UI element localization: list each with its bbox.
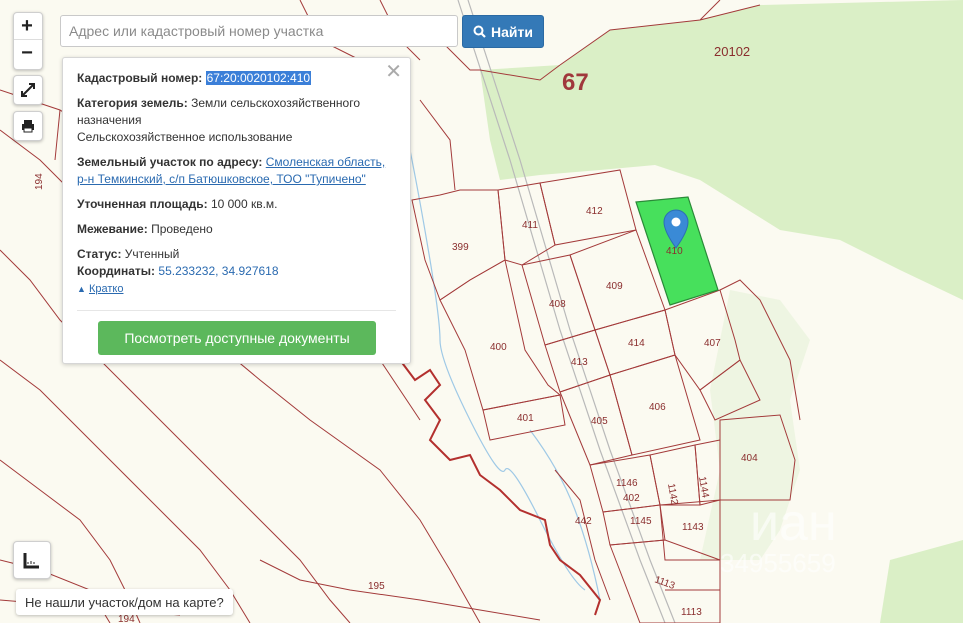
collapse-toggle[interactable]: ▲ Кратко — [77, 281, 396, 298]
expand-icon — [21, 83, 35, 97]
cadastral-row: Кадастровый номер: 67:20:0020102:410 — [77, 70, 396, 87]
parcel-label: 399 — [452, 242, 469, 253]
parcel-label: 194 — [118, 614, 135, 623]
parcel-label: 406 — [649, 402, 666, 413]
parcel-label: 194 — [34, 173, 45, 190]
caret-up-icon: ▲ — [77, 284, 86, 294]
region-label: 67 — [562, 69, 589, 96]
parcel-label: 404 — [741, 453, 758, 464]
popup-divider — [77, 310, 396, 311]
parcel-label: 410 — [666, 246, 683, 257]
survey-label: Межевание: — [77, 222, 148, 236]
not-found-button[interactable]: Не нашли участок/дом на карте? — [16, 589, 233, 615]
parcel-label: 411 — [522, 220, 538, 231]
watermark-phone: 34955659 — [720, 548, 836, 578]
status-row: Статус: Учтенный — [77, 246, 396, 263]
zoom-in-button[interactable]: + — [14, 13, 40, 39]
parcel-label: 442 — [575, 516, 592, 527]
usage-value: Сельскохозяйственное использование — [77, 130, 293, 144]
search-input[interactable] — [60, 15, 458, 47]
area-value: 10 000 кв.м. — [210, 197, 278, 211]
ruler-button[interactable] — [13, 541, 51, 579]
address-label: Земельный участок по адресу: — [77, 155, 263, 169]
fullscreen-button[interactable] — [13, 75, 43, 105]
parcel-label: 1143 — [682, 522, 704, 533]
survey-row: Межевание: Проведено — [77, 221, 396, 238]
printer-icon — [22, 120, 34, 133]
cadastral-label: Кадастровый номер: — [77, 71, 203, 85]
view-documents-button[interactable]: Посмотреть доступные документы — [98, 321, 376, 355]
cadastral-number[interactable]: 67:20:0020102:410 — [205, 71, 312, 85]
parcel-label: 408 — [549, 299, 566, 310]
zoom-out-button[interactable]: − — [14, 40, 40, 66]
parcel-label: 412 — [586, 206, 603, 217]
parcel-label: 402 — [623, 493, 640, 504]
quarter-label: 20102 — [714, 44, 750, 59]
parcel-label: 405 — [591, 416, 608, 427]
category-row: Категория земель: Земли сельскохозяйстве… — [77, 95, 396, 146]
status-label: Статус: — [77, 247, 122, 261]
ruler-icon — [23, 553, 39, 569]
parcel-label: 400 — [490, 342, 507, 353]
parcel-label: 413 — [571, 357, 588, 368]
parcel-info-popup: ✕ Кадастровый номер: 67:20:0020102:410 К… — [62, 57, 411, 364]
print-button[interactable] — [13, 111, 43, 141]
area-label: Уточненная площадь: — [77, 197, 208, 211]
watermark: иан — [750, 494, 837, 552]
find-button-label: Найти — [491, 23, 533, 40]
parcel-label: 401 — [517, 413, 534, 424]
parcel-label: 1145 — [630, 516, 652, 527]
category-label: Категория земель: — [77, 96, 188, 110]
parcel-label: 1146 — [616, 478, 638, 489]
survey-value: Проведено — [151, 222, 213, 236]
collapse-link[interactable]: Кратко — [89, 283, 124, 295]
parcel-label: 407 — [704, 338, 721, 349]
find-button[interactable]: Найти — [462, 15, 544, 48]
coords-row: Координаты: 55.233232, 34.927618 — [77, 263, 396, 280]
zoom-control: + − — [13, 12, 43, 70]
address-row: Земельный участок по адресу: Смоленская … — [77, 154, 396, 188]
parcel-label: 409 — [606, 281, 623, 292]
search-icon — [473, 25, 486, 38]
parcel-label: 414 — [628, 338, 645, 349]
parcel-label: 195 — [368, 581, 385, 592]
close-icon[interactable]: ✕ — [385, 62, 402, 82]
area-row: Уточненная площадь: 10 000 кв.м. — [77, 196, 396, 213]
coords-label: Координаты: — [77, 264, 156, 278]
parcel-label: 1113 — [681, 607, 702, 618]
status-value: Учтенный — [124, 247, 180, 261]
coords-value[interactable]: 55.233232, 34.927618 — [158, 264, 278, 278]
